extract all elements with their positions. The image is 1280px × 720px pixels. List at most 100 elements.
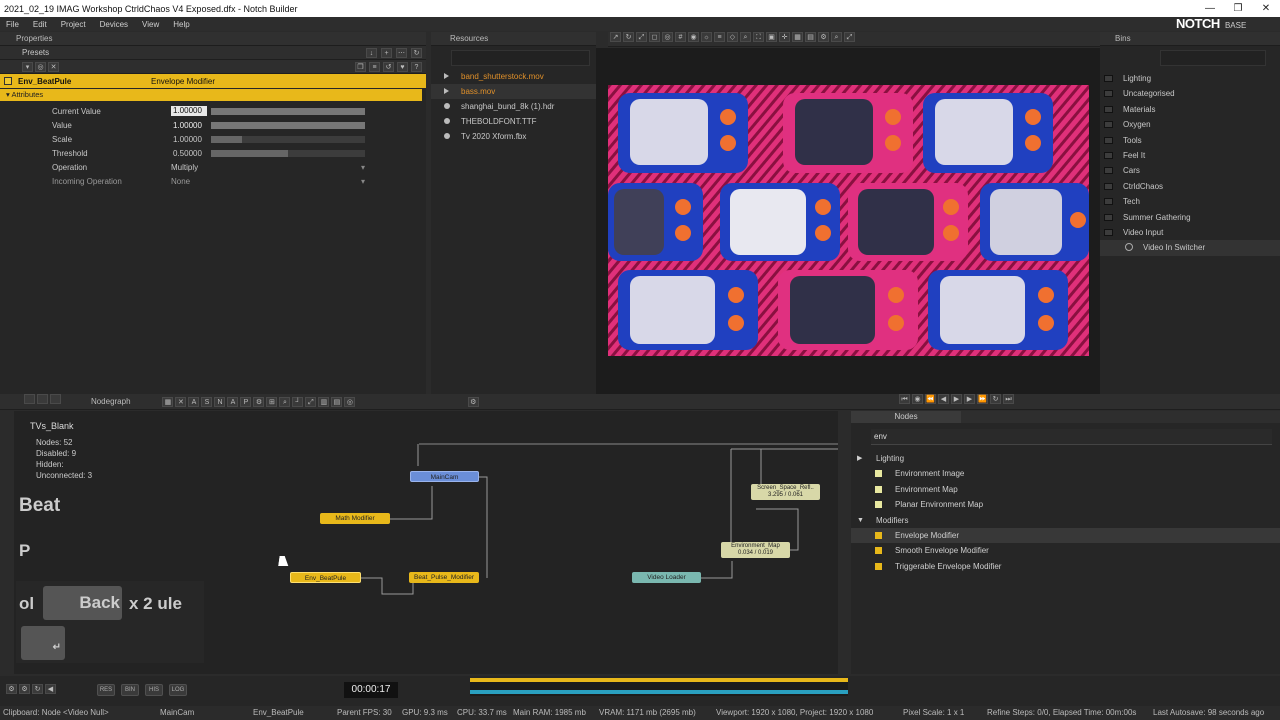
bin-item[interactable]: Materials [1100,102,1280,117]
resource-item[interactable]: THEBOLDFONT.TTF [431,114,596,129]
fast-forward-icon[interactable]: ⏩ [977,394,988,404]
move-icon[interactable]: ↗ [610,32,621,42]
node-tool-icon[interactable]: ┘ [292,397,304,407]
minimize-button[interactable]: — [1196,0,1224,17]
value-slider[interactable] [211,107,365,115]
bin-item[interactable]: Tools [1100,133,1280,148]
rewind-icon[interactable]: ⏪ [925,394,936,404]
node-beat-pulse-modifier[interactable]: Beat_Pulse_Modifier [409,572,479,583]
render-output[interactable] [608,85,1089,356]
presets-label[interactable]: Presets [22,48,49,57]
panel-icon[interactable] [24,394,35,404]
light-icon[interactable]: ☼ [701,32,712,42]
node-tool-icon[interactable]: A [227,397,239,407]
bin-item[interactable]: Cars [1100,163,1280,178]
bin-item[interactable]: Summer Gathering [1100,210,1280,225]
refresh-icon[interactable]: ↻ [32,684,43,694]
refresh-icon[interactable]: ↻ [411,47,422,58]
lock-icon[interactable]: ▤ [805,32,816,42]
node-tool-icon[interactable]: ⊞ [266,397,278,407]
bin-item[interactable]: CtrldChaos [1100,179,1280,194]
step-forward-icon[interactable]: ▶ [964,394,975,404]
add-icon[interactable]: + [381,47,392,58]
bin-item[interactable]: Tech [1100,194,1280,209]
render-icon[interactable]: ▦ [792,32,803,42]
list-icon[interactable]: ≡ [369,61,380,72]
resource-item[interactable]: Tv 2020 Xform.fbx [431,129,596,144]
arrow-icon[interactable]: ◀ [45,684,56,694]
panel-icon[interactable] [37,394,48,404]
bin-item[interactable]: Feel It [1100,148,1280,163]
menu-file[interactable]: File [6,20,19,29]
download-icon[interactable]: ↓ [366,47,377,58]
incoming-select[interactable]: None [171,177,361,186]
node-header[interactable]: Env_BeatPule Envelope Modifier [0,74,426,88]
attributes-section[interactable]: ▾ Attributes [0,89,422,101]
node-tool-icon[interactable]: ⌕ [279,397,291,407]
bin-button[interactable]: BIN [121,684,139,696]
node-enable-checkbox[interactable] [4,77,12,85]
fit-icon[interactable]: ⛶ [753,32,764,42]
node-env-beat-pule[interactable]: Env_BeatPule [290,572,361,583]
wire-icon[interactable]: ◇ [727,32,738,42]
incoming-row[interactable]: Incoming Operation None ▾ [0,174,426,188]
his-button[interactable]: HIS [145,684,163,696]
value-slider[interactable] [211,121,365,129]
node-tool-icon[interactable]: A [188,397,200,407]
layers-icon[interactable]: ≡ [714,32,725,42]
record-icon[interactable]: ◉ [912,394,923,404]
value-slider[interactable] [211,135,365,143]
bounds-icon[interactable]: ▣ [766,32,777,42]
reset-icon[interactable]: ↺ [383,61,394,72]
attribute-row[interactable]: Value 1.00000 [0,118,426,132]
skip-start-icon[interactable]: ⏮ [899,394,910,404]
attribute-value-field[interactable]: 1.00000 [171,121,207,130]
copy-icon[interactable]: ❐ [355,61,366,72]
node-tool-icon[interactable]: ◎ [344,397,356,407]
node-tool-icon[interactable]: S [201,397,213,407]
resource-item[interactable]: bass.mov [431,84,596,99]
step-back-icon[interactable]: ◀ [938,394,949,404]
bin-sub-item[interactable]: Video In Switcher [1100,240,1280,256]
node-video-loader[interactable]: Video Loader [632,572,701,583]
rotate-icon[interactable]: ↻ [623,32,634,42]
bin-item[interactable]: Uncategorised [1100,86,1280,101]
gear-icon[interactable]: ⚙ [253,397,265,407]
resource-item[interactable]: shanghai_bund_8k (1).hdr [431,99,596,114]
bin-item[interactable]: Lighting [1100,71,1280,86]
menu-project[interactable]: Project [61,20,86,29]
zoom-icon[interactable]: ⌕ [740,32,751,42]
resource-item[interactable]: band_shutterstock.mov [431,69,596,84]
operation-row[interactable]: Operation Multiply ▾ [0,160,426,174]
attribute-value-field[interactable]: 1.00000 [171,135,207,144]
nodegraph-canvas[interactable]: TVs_Blank Nodes: 52 Disabled: 9 Hidden: … [14,411,838,674]
node-tool-icon[interactable]: P [240,397,252,407]
node-main-cam[interactable]: MainCam [410,471,479,482]
scale-icon[interactable]: ⤢ [636,32,647,42]
node-tool-icon[interactable]: ⤢ [305,397,317,407]
node-tool-icon[interactable]: ▥ [318,397,330,407]
more-icon[interactable]: ⋯ [396,47,407,58]
snap-icon[interactable]: ◎ [662,32,673,42]
attribute-row[interactable]: Current Value 1.00000 [0,104,426,118]
menu-view[interactable]: View [142,20,159,29]
operation-select[interactable]: Multiply [171,163,361,172]
clear-icon[interactable]: ✕ [48,61,59,72]
camera-icon[interactable]: ◉ [688,32,699,42]
menu-devices[interactable]: Devices [100,20,128,29]
log-button[interactable]: LOG [169,684,187,696]
resources-search[interactable] [451,50,590,66]
grid-icon[interactable]: # [675,32,686,42]
bin-item[interactable]: Oxygen [1100,117,1280,132]
gear-icon[interactable]: ⚙ [6,684,17,694]
settings-icon[interactable]: ⚙ [467,397,479,407]
nodegraph-tab[interactable]: Nodegraph [63,397,158,406]
bin-item[interactable]: Video Input [1100,225,1280,240]
settings-icon[interactable]: ⚙ [19,684,30,694]
settings-icon[interactable]: ⚙ [818,32,829,42]
select-icon[interactable]: ◻ [649,32,660,42]
attribute-row[interactable]: Threshold 0.50000 [0,146,426,160]
node-list-item[interactable]: Environment Image [851,466,1280,481]
attribute-row[interactable]: Scale 1.00000 [0,132,426,146]
menu-help[interactable]: Help [173,20,189,29]
